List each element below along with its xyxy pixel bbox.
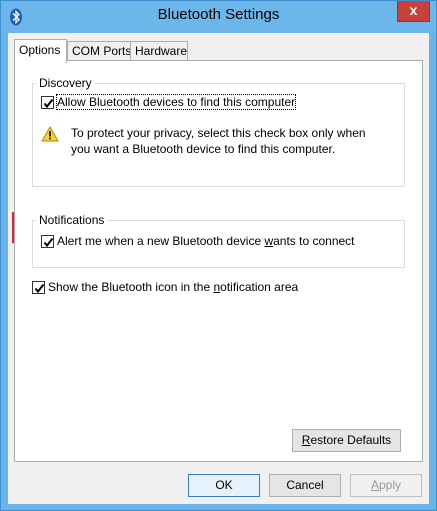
tab-label: Options bbox=[19, 43, 61, 57]
ok-label: OK bbox=[215, 478, 233, 492]
ok-button[interactable]: OK bbox=[188, 474, 260, 497]
alert-connect-label[interactable]: Alert me when a new Bluetooth device wan… bbox=[57, 234, 355, 248]
apply-button[interactable]: Apply bbox=[350, 474, 422, 497]
tab-hardware[interactable]: Hardware bbox=[130, 41, 188, 61]
alert-connect-row[interactable]: Alert me when a new Bluetooth device wan… bbox=[41, 234, 355, 248]
discovery-group: Discovery Allow Bluetooth devices to fin… bbox=[32, 76, 405, 187]
cancel-label: Cancel bbox=[286, 478, 324, 492]
close-button[interactable]: x bbox=[397, 1, 430, 22]
warning-icon bbox=[41, 126, 59, 142]
close-icon: x bbox=[409, 2, 418, 18]
alert-label-accesskey: w bbox=[264, 234, 274, 248]
show-icon-label[interactable]: Show the Bluetooth icon in the notificat… bbox=[48, 280, 298, 294]
discovery-group-label: Discovery bbox=[36, 76, 95, 90]
privacy-warning-text: To protect your privacy, select this che… bbox=[71, 125, 401, 157]
warning-line-1: To protect your privacy, select this che… bbox=[71, 126, 366, 140]
restore-label: estore Defaults bbox=[310, 433, 392, 447]
tab-label: COM Ports bbox=[72, 44, 132, 58]
allow-discovery-row[interactable]: Allow Bluetooth devices to find this com… bbox=[41, 94, 297, 110]
cancel-button[interactable]: Cancel bbox=[269, 474, 341, 497]
allow-discovery-checkbox[interactable] bbox=[41, 95, 54, 109]
options-panel: Discovery Allow Bluetooth devices to fin… bbox=[14, 60, 423, 462]
restore-defaults-button[interactable]: Restore Defaults bbox=[292, 429, 401, 452]
bluetooth-settings-window: Bluetooth Settings x Options COM Ports H… bbox=[0, 0, 437, 511]
notifications-group: Notifications Alert me when a new Blueto… bbox=[32, 213, 405, 268]
title-bar[interactable]: Bluetooth Settings x bbox=[1, 1, 436, 33]
alert-label-part: Alert me when a new Bluetooth device bbox=[57, 234, 265, 248]
show-icon-row[interactable]: Show the Bluetooth icon in the notificat… bbox=[32, 280, 298, 294]
apply-accesskey: A bbox=[370, 478, 379, 492]
show-icon-label-part: Show the Bluetooth icon in the bbox=[48, 280, 214, 294]
checkmark-icon bbox=[43, 98, 54, 108]
allow-discovery-label[interactable]: Allow Bluetooth devices to find this com… bbox=[55, 94, 297, 110]
warning-line-2: you want a Bluetooth device to find this… bbox=[71, 142, 336, 156]
notifications-group-label: Notifications bbox=[36, 213, 108, 227]
dialog-body: Options COM Ports Hardware Discovery All… bbox=[8, 33, 429, 504]
alert-connect-checkbox[interactable] bbox=[41, 234, 54, 248]
tab-com-ports[interactable]: COM Ports bbox=[67, 41, 131, 61]
tab-options[interactable]: Options bbox=[14, 39, 67, 63]
tab-label: Hardware bbox=[135, 44, 188, 58]
checkmark-icon bbox=[34, 283, 45, 293]
checkmark-icon bbox=[43, 237, 54, 247]
show-icon-label-part: otification area bbox=[220, 280, 299, 294]
apply-label: pply bbox=[379, 478, 402, 492]
alert-label-part: ants to connect bbox=[273, 234, 355, 248]
window-title: Bluetooth Settings bbox=[157, 6, 280, 23]
show-icon-checkbox[interactable] bbox=[32, 280, 45, 294]
